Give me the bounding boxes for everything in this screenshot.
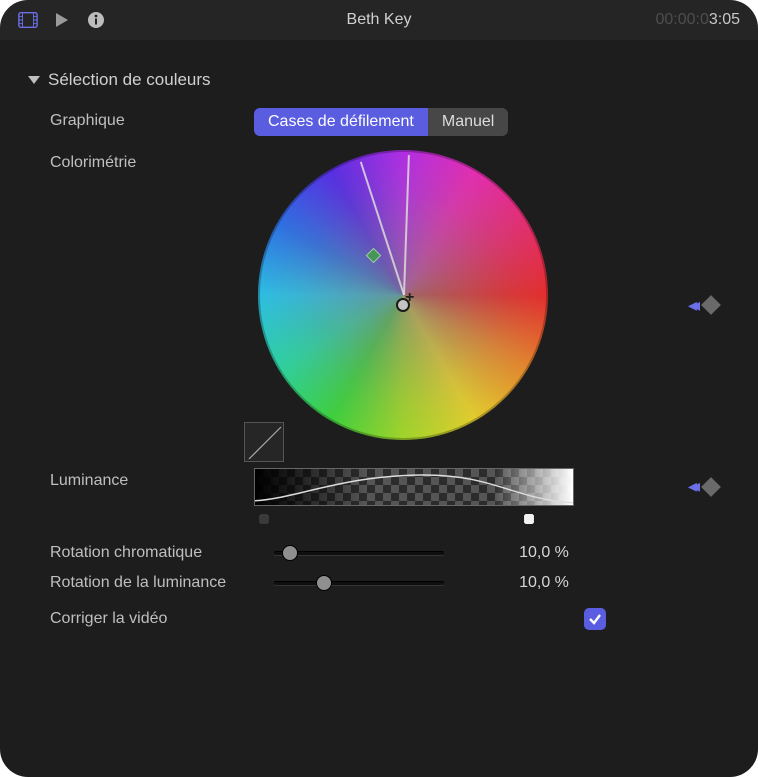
param-row-luminance: Luminance ◂◂ <box>24 468 748 524</box>
luminance-keyframe-controls: ◂◂ <box>688 468 748 497</box>
inspector-body: Sélection de couleurs Graphique Cases de… <box>0 40 758 630</box>
param-label-luma-rotation: Rotation de la luminance <box>24 574 274 592</box>
clip-title: Beth Key <box>0 11 758 29</box>
inspector-header: Beth Key 00:00:03:05 <box>0 0 758 40</box>
wheel-center-handle[interactable] <box>396 298 410 312</box>
colorimetry-keyframe-controls: ◂◂ <box>688 295 748 316</box>
chroma-rotation-value[interactable]: 10,0 % <box>494 544 594 562</box>
slider-thumb[interactable] <box>316 575 332 591</box>
graph-seg-scroll[interactable]: Cases de défilement <box>254 108 428 136</box>
luma-rotation-value[interactable]: 10,0 % <box>494 574 594 592</box>
param-label-chroma-rotation: Rotation chromatique <box>24 544 274 562</box>
fix-video-checkbox[interactable] <box>584 608 606 630</box>
param-row-luma-rotation: Rotation de la luminance 10,0 % <box>24 568 748 598</box>
curve-editor-button[interactable] <box>244 422 284 462</box>
luminance-gradient-area <box>254 468 574 524</box>
param-label-fix-video: Corriger la vidéo <box>24 610 524 628</box>
luminance-handle-low[interactable] <box>254 509 274 529</box>
keyframe-prev-icon[interactable]: ◂◂ <box>688 295 694 316</box>
param-label-luminance: Luminance <box>24 468 254 490</box>
param-row-graph: Graphique Cases de défilement Manuel <box>24 108 748 136</box>
chroma-rotation-slider[interactable] <box>274 544 444 562</box>
keyframe-prev-icon[interactable]: ◂◂ <box>688 476 694 497</box>
graph-seg-manual[interactable]: Manuel <box>428 108 508 136</box>
section-title: Sélection de couleurs <box>48 70 211 90</box>
slider-thumb[interactable] <box>282 545 298 561</box>
section-header[interactable]: Sélection de couleurs <box>28 70 748 90</box>
keyframe-add-icon[interactable] <box>701 295 721 315</box>
disclosure-triangle-icon[interactable] <box>28 76 40 84</box>
param-row-colorimetry: Colorimétrie + ◂◂ <box>24 150 748 460</box>
color-wheel-area: + <box>248 150 558 460</box>
param-row-fix-video: Corriger la vidéo <box>24 598 748 630</box>
keyframe-add-icon[interactable] <box>701 477 721 497</box>
luminance-handle-high[interactable] <box>519 509 539 529</box>
param-row-chroma-rotation: Rotation chromatique 10,0 % <box>24 538 748 568</box>
param-label-colorimetry: Colorimétrie <box>24 150 254 172</box>
color-wheel[interactable] <box>258 150 548 440</box>
luma-rotation-slider[interactable] <box>274 574 444 592</box>
param-label-graph: Graphique <box>24 108 254 130</box>
graph-mode-segmented: Cases de défilement Manuel <box>254 108 508 136</box>
luminance-gradient[interactable] <box>254 468 574 506</box>
